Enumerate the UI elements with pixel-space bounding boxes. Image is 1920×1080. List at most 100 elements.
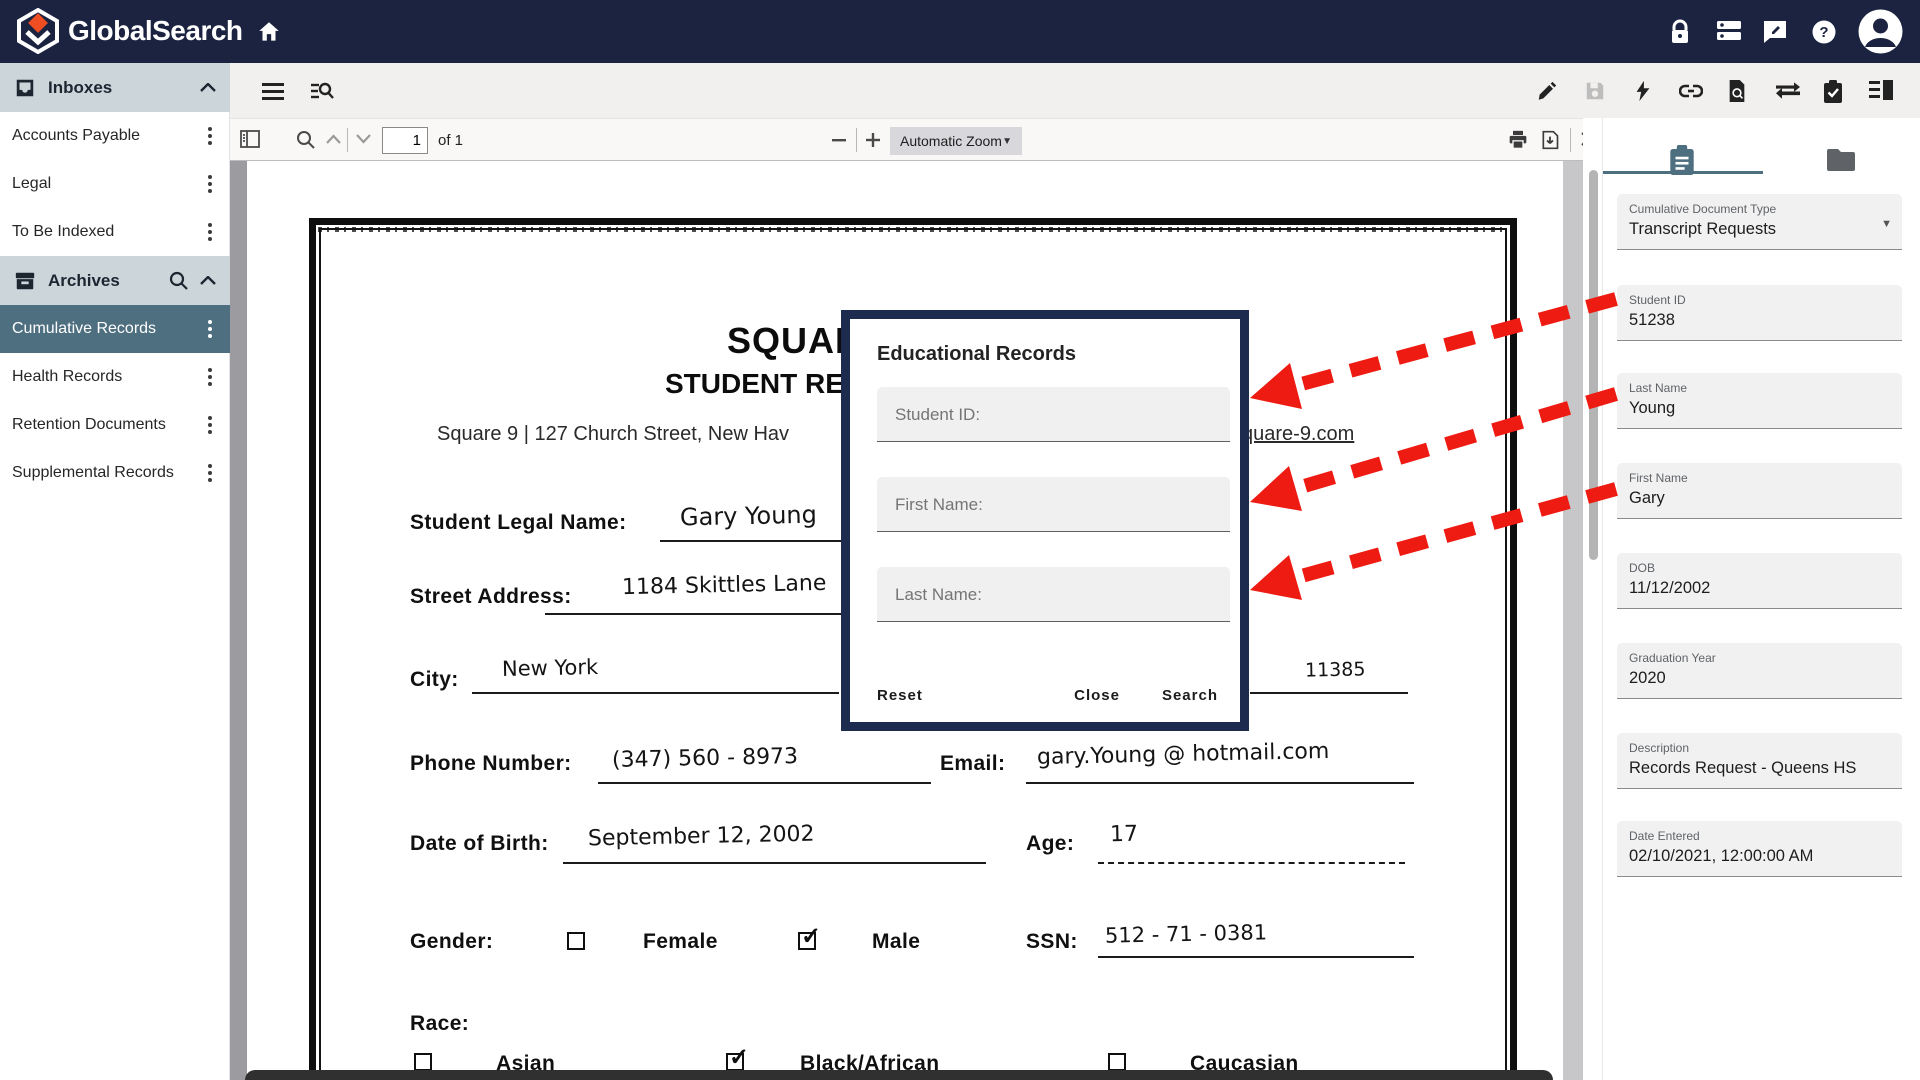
kebab-menu-icon[interactable] [202, 462, 218, 484]
female-checkbox[interactable] [567, 932, 585, 950]
field-value: Gary [1629, 489, 1890, 508]
download-icon[interactable] [1540, 130, 1560, 150]
sidebar-item-accounts-payable[interactable]: Accounts Payable [0, 112, 230, 160]
sidebar-section-archives[interactable]: Archives [0, 256, 230, 305]
field-description[interactable]: Description Records Request - Queens HS [1617, 733, 1902, 789]
lock-icon[interactable] [1668, 19, 1694, 45]
pdf-scrollbar[interactable] [1563, 161, 1583, 1080]
chevron-down-icon: ▼ [1002, 136, 1012, 147]
chevron-down-icon[interactable]: ▼ [1881, 218, 1892, 230]
field-label: Student ID [1629, 293, 1890, 307]
home-icon[interactable] [256, 19, 282, 45]
active-tab-underline [1603, 171, 1763, 174]
sidebar-item-to-be-indexed[interactable]: To Be Indexed [0, 208, 230, 256]
help-icon[interactable]: ? [1811, 19, 1837, 45]
kebab-menu-icon[interactable] [202, 125, 218, 147]
black-african-checkbox[interactable] [726, 1053, 744, 1071]
save-icon[interactable] [1584, 80, 1606, 102]
male-checkbox[interactable] [798, 932, 816, 950]
kebab-menu-icon[interactable] [202, 173, 218, 195]
field-cumulative-document-type[interactable]: Cumulative Document Type Transcript Requ… [1617, 194, 1902, 250]
last-name-search-field[interactable]: Last Name: [877, 567, 1230, 622]
document-search-icon[interactable] [1727, 80, 1749, 102]
feedback-chat-icon[interactable] [1762, 19, 1788, 45]
kebab-menu-icon[interactable] [202, 366, 218, 388]
previous-page-icon[interactable] [326, 134, 346, 154]
find-in-document-icon[interactable] [296, 130, 316, 150]
dob-label: Date of Birth: [410, 832, 549, 856]
dob-value: September 12, 2002 [588, 822, 815, 852]
globalsearch-logo-icon [16, 8, 60, 54]
search-icon[interactable] [169, 271, 188, 290]
chevron-up-icon[interactable] [200, 83, 216, 92]
item-label: To Be Indexed [12, 223, 114, 241]
link-icon[interactable] [1679, 80, 1701, 102]
search-button[interactable]: Search [1162, 687, 1218, 704]
panel-scrollbar[interactable] [1589, 170, 1598, 560]
sidebar-section-label: Archives [48, 271, 120, 291]
archive-box-icon [14, 270, 36, 292]
reset-button[interactable]: Reset [877, 687, 923, 704]
clipboard-check-icon[interactable] [1823, 80, 1845, 102]
page-number-input[interactable] [382, 127, 428, 154]
menu-hamburger-icon[interactable] [262, 80, 284, 102]
dialog-title: Educational Records [877, 343, 1076, 366]
field-label: Description [1629, 741, 1890, 755]
zip-value: 11385 [1305, 658, 1366, 681]
top-navbar: GlobalSearch ? [0, 0, 1920, 63]
field-first-name[interactable]: First Name Gary [1617, 463, 1902, 519]
form-website: quare-9.com [1242, 423, 1354, 446]
sidebar-item-supplemental-records[interactable]: Supplemental Records [0, 449, 230, 497]
sidebar-section-inboxes[interactable]: Inboxes [0, 63, 230, 112]
zoom-out-icon[interactable] [832, 133, 852, 153]
zoom-in-icon[interactable] [866, 133, 886, 153]
sidebar-item-cumulative-records[interactable]: Cumulative Records [0, 305, 230, 353]
toggle-sidebar-icon[interactable] [240, 130, 260, 150]
zoom-level-value: Automatic Zoom [900, 133, 1002, 149]
phone-value: (347) 560 - 8973 [612, 744, 799, 773]
zoom-level-select[interactable]: Automatic Zoom ▼ [890, 127, 1022, 155]
form-address: Square 9 | 127 Church Street, New Hav [437, 423, 789, 446]
field-value: 2020 [1629, 669, 1890, 688]
viewer-left-edge [230, 161, 247, 1080]
quick-actions-lightning-icon[interactable] [1632, 80, 1654, 102]
asian-checkbox[interactable] [414, 1053, 432, 1071]
sidebar-item-retention-documents[interactable]: Retention Documents [0, 401, 230, 449]
field-graduation-year[interactable]: Graduation Year 2020 [1617, 643, 1902, 699]
field-dob[interactable]: DOB 11/12/2002 [1617, 553, 1902, 609]
sidebar-item-legal[interactable]: Legal [0, 160, 230, 208]
field-date-entered[interactable]: Date Entered 02/10/2021, 12:00:00 AM [1617, 821, 1902, 877]
first-name-search-field[interactable]: First Name: [877, 477, 1230, 532]
close-button[interactable]: Close [1074, 687, 1120, 704]
panel-layout-icon[interactable] [1869, 80, 1891, 102]
chevron-up-icon[interactable] [200, 276, 216, 285]
student-id-search-field[interactable]: Student ID: [877, 387, 1230, 442]
page-count-label: of 1 [438, 132, 463, 149]
storage-icon[interactable] [1716, 19, 1742, 45]
user-avatar[interactable] [1858, 9, 1903, 54]
kebab-menu-icon[interactable] [202, 318, 218, 340]
edit-pencil-icon[interactable] [1536, 80, 1558, 102]
swap-transfer-icon[interactable] [1775, 80, 1797, 102]
search-results-list-icon[interactable] [310, 80, 332, 102]
print-icon[interactable] [1508, 130, 1528, 150]
kebab-menu-icon[interactable] [202, 221, 218, 243]
field-student-id[interactable]: Student ID 51238 [1617, 285, 1902, 341]
city-label: City: [410, 668, 459, 692]
ssn-label: SSN: [1026, 930, 1078, 954]
field-label: Cumulative Document Type [1629, 202, 1890, 216]
email-label: Email: [940, 752, 1005, 776]
phone-label: Phone Number: [410, 752, 572, 776]
female-label: Female [643, 930, 718, 954]
field-label: Date Entered [1629, 829, 1890, 843]
ssn-value: 512 - 71 - 0381 [1105, 920, 1268, 947]
tab-folder[interactable] [1762, 132, 1920, 188]
caucasian-checkbox[interactable] [1108, 1053, 1126, 1071]
field-value: Records Request - Queens HS [1629, 759, 1890, 778]
tab-index-data[interactable] [1603, 132, 1761, 188]
kebab-menu-icon[interactable] [202, 414, 218, 436]
field-last-name[interactable]: Last Name Young [1617, 373, 1902, 429]
sidebar-item-health-records[interactable]: Health Records [0, 353, 230, 401]
next-page-icon[interactable] [356, 134, 376, 154]
brand-name: GlobalSearch [68, 15, 243, 47]
